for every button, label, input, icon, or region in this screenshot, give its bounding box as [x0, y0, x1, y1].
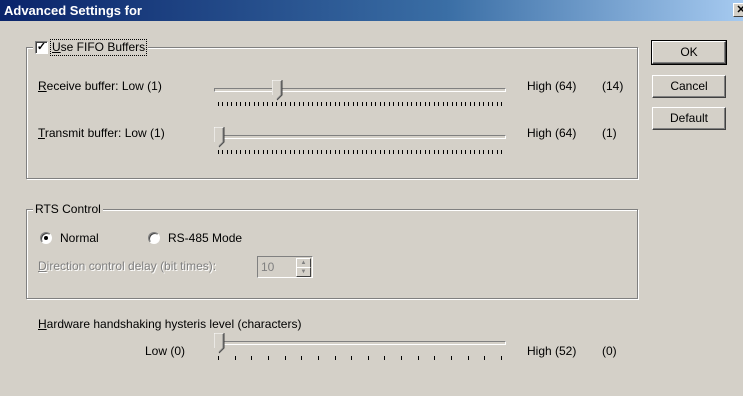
receive-slider-track[interactable]	[214, 88, 506, 92]
transmit-slider-thumb[interactable]	[214, 127, 225, 148]
fifo-group: ✓ Use FIFO Buffers	[26, 39, 638, 179]
default-button[interactable]: Default	[652, 107, 726, 130]
receive-slider-thumb[interactable]	[271, 80, 283, 101]
receive-buffer-label: Receive buffer: Low (1)	[38, 79, 162, 93]
transmit-high-label: High (64)	[527, 126, 577, 140]
rts-control-group: RTS Control	[26, 202, 638, 299]
rts-control-legend: RTS Control	[33, 202, 103, 217]
receive-slider-ticks	[218, 102, 502, 106]
window-title: Advanced Settings for	[4, 3, 142, 18]
title-bar: Advanced Settings for ✕	[0, 0, 743, 21]
hysteresis-low-label: Low (0)	[145, 344, 186, 358]
hysteresis-slider-track[interactable]	[214, 341, 506, 345]
transmit-slider-ticks	[218, 150, 502, 154]
transmit-buffer-label: Transmit buffer: Low (1)	[38, 126, 165, 140]
transmit-value: (1)	[602, 126, 617, 140]
hysteresis-high-label: High (52)	[527, 344, 577, 358]
hysteresis-value: (0)	[602, 344, 617, 358]
normal-radio[interactable]	[40, 232, 52, 244]
hysteresis-slider-thumb[interactable]	[214, 333, 225, 354]
rs485-radio-label[interactable]: RS-485 Mode	[168, 231, 242, 245]
rts-control-title: RTS Control	[35, 202, 101, 216]
cancel-button[interactable]: Cancel	[652, 75, 726, 98]
receive-value: (14)	[602, 79, 624, 93]
close-icon[interactable]: ✕	[733, 3, 743, 17]
spin-down-icon[interactable]: ▼	[296, 267, 311, 277]
fifo-checkbox[interactable]: ✓	[35, 41, 48, 54]
ok-button[interactable]: OK	[651, 40, 727, 65]
rs485-radio[interactable]	[148, 232, 160, 244]
fifo-legend[interactable]: ✓ Use FIFO Buffers	[33, 39, 149, 56]
hysteresis-label: Hardware handshaking hysteris level (cha…	[38, 317, 302, 331]
normal-radio-label[interactable]: Normal	[60, 231, 99, 245]
receive-high-label: High (64)	[527, 79, 577, 93]
direction-delay-label: Direction control delay (bit times):	[38, 259, 217, 273]
hysteresis-slider-ticks	[218, 356, 502, 360]
transmit-slider-track[interactable]	[214, 135, 506, 139]
fifo-checkbox-label[interactable]: Use FIFO Buffers	[49, 39, 148, 56]
